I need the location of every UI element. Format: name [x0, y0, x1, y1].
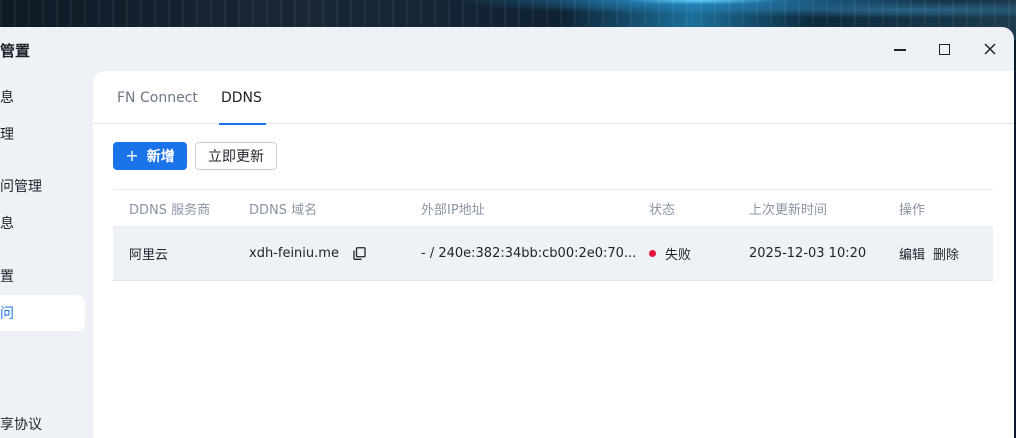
- ddns-table: DDNS 服务商 DDNS 域名 外部IP地址 状态 上次更新时间 操作 阿里云…: [113, 189, 993, 281]
- refresh-now-button[interactable]: 立即更新: [195, 142, 277, 170]
- status-error-dot-icon: [649, 250, 656, 257]
- status-text: 失败: [665, 248, 692, 263]
- sidebar-item-info-2[interactable]: 息: [0, 205, 85, 241]
- minimize-button[interactable]: [890, 39, 910, 59]
- tab-bar: FN Connect DDNS: [93, 71, 1014, 125]
- sidebar: 息 理 问管理 息 置 问 享协议: [0, 71, 93, 438]
- sidebar-item-access-management[interactable]: 问管理: [0, 168, 85, 204]
- sidebar-item-management[interactable]: 理: [0, 116, 85, 152]
- sidebar-item-sharing-protocol[interactable]: 享协议: [0, 406, 85, 438]
- add-button[interactable]: + 新增: [113, 142, 187, 170]
- window-title: 管置: [0, 42, 31, 60]
- sidebar-item-label: 置: [0, 269, 14, 285]
- close-button[interactable]: [980, 39, 1000, 59]
- delete-link[interactable]: 删除: [933, 244, 959, 263]
- sidebar-item-label: 息: [0, 90, 14, 106]
- cell-domain: xdh-feiniu.me: [249, 227, 366, 280]
- sidebar-item-label: 问: [0, 306, 14, 322]
- cell-provider: 阿里云: [129, 248, 169, 263]
- cell-external-ip: - / 240e:382:34bb:cb00:2e0:70...: [421, 246, 637, 261]
- column-header-status: 状态: [649, 203, 676, 218]
- main-panel: FN Connect DDNS + 新增 立即更新 DDNS 服务商 DDNS …: [93, 71, 1014, 438]
- copy-icon[interactable]: [353, 247, 366, 260]
- maximize-button[interactable]: [934, 39, 954, 59]
- edit-link[interactable]: 编辑: [899, 244, 925, 263]
- settings-window: 管置 息 理 问管理 息 置 问 享协议 FN Connect DDNS + 新…: [0, 27, 1014, 438]
- tab-fn-connect[interactable]: FN Connect: [117, 71, 198, 124]
- close-icon: [984, 43, 996, 55]
- minimize-icon: [894, 49, 906, 51]
- column-header-last-updated: 上次更新时间: [749, 203, 828, 218]
- sidebar-item-settings[interactable]: 置: [0, 258, 85, 294]
- cell-last-updated: 2025-12-03 10:20: [749, 246, 867, 261]
- sidebar-item-label: 息: [0, 216, 14, 232]
- table-row: 阿里云 xdh-feiniu.me - / 240e:382:34bb:cb00…: [113, 227, 993, 281]
- tab-ddns[interactable]: DDNS: [219, 71, 266, 125]
- domain-text: xdh-feiniu.me: [249, 246, 339, 261]
- maximize-icon: [938, 43, 950, 55]
- column-header-provider: DDNS 服务商: [129, 203, 211, 218]
- sidebar-item-label: 理: [0, 127, 14, 143]
- column-header-domain: DDNS 域名: [249, 203, 318, 218]
- add-button-label: 新增: [146, 149, 175, 165]
- cell-status: 失败: [649, 227, 691, 280]
- cell-actions: 编辑 删除: [899, 227, 967, 280]
- sidebar-item-info[interactable]: 息: [0, 79, 85, 115]
- sidebar-item-label: 问管理: [0, 179, 42, 195]
- sidebar-item-label: 享协议: [0, 417, 42, 433]
- plus-icon: +: [125, 146, 139, 165]
- table-header: DDNS 服务商 DDNS 域名 外部IP地址 状态 上次更新时间 操作: [113, 189, 993, 227]
- column-header-external-ip: 外部IP地址: [421, 203, 485, 218]
- column-header-actions: 操作: [899, 203, 926, 218]
- sidebar-item-remote-access[interactable]: 问: [0, 295, 85, 331]
